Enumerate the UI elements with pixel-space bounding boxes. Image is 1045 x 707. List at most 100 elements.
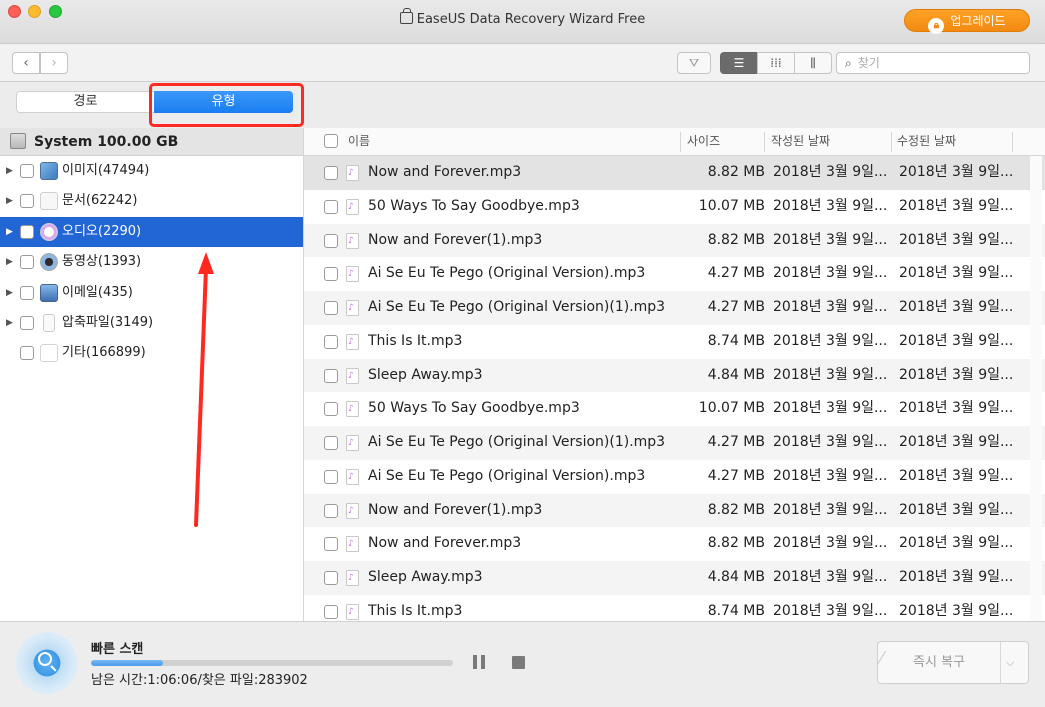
sidebar-item-audio[interactable]: ▶ 오디오(2290) [0,216,303,248]
column-header-name[interactable]: 이름 [348,128,370,155]
filter-button[interactable]: ⛛ [677,52,711,74]
column-divider[interactable] [764,132,765,152]
category-checkbox[interactable] [20,164,34,178]
row-checkbox[interactable] [324,537,338,552]
sidebar-item-document[interactable]: ▶ 문서(62242) [0,186,303,216]
row-checkbox[interactable] [324,334,338,349]
file-size: 8.82 MB [707,231,765,248]
file-modified-date: 2018년 3월 9일... [899,299,1014,315]
table-row[interactable]: This Is It.mp3 8.74 MB 2018년 3월 9일... 2018년… [304,595,1045,621]
disclosure-triangle-icon[interactable]: ▶ [6,278,13,308]
sidebar-item-image[interactable]: ▶ 이미지(47494) [0,156,303,186]
row-checkbox[interactable] [324,604,338,619]
file-modified-date: 2018년 3월 9일... [899,197,1014,214]
table-row[interactable]: 50 Ways To Say Goodbye.mp3 10.07 MB 2018년 … [304,392,1045,426]
audio-file-icon [346,596,359,621]
disclosure-triangle-icon[interactable]: ▶ [6,186,13,216]
sidebar-item-label: 이메일(435) [62,284,133,300]
disclosure-triangle-icon[interactable]: ▶ [6,308,13,338]
audio-file-icon [346,562,359,595]
column-header-created[interactable]: 작성된 날짜 [771,128,830,155]
row-checkbox[interactable] [324,199,338,214]
grid-view-button[interactable]: ⁞⁞⁞ [757,52,795,74]
preview-view-button[interactable]: ⫼ [794,52,832,74]
file-modified-date: 2018년 3월 9일... [899,501,1014,518]
row-checkbox[interactable] [324,368,338,383]
table-row[interactable]: Sleep Away.mp3 4.84 MB 2018년 3월 9일... 2018년… [304,561,1045,595]
recover-button[interactable]: ⁄ 즉시 복구 ⌵ [877,641,1029,684]
sidebar-item-label: 기타(166899) [62,345,146,361]
file-created-date: 2018년 3월 9일... [773,569,888,585]
table-row[interactable]: Now and Forever.mp3 8.82 MB 2018년 3월 9일...… [304,156,1045,190]
column-divider[interactable] [891,132,892,152]
table-row[interactable]: This Is It.mp3 8.74 MB 2018년 3월 9일... 2018년… [304,325,1045,359]
category-checkbox[interactable] [20,224,34,239]
row-checkbox[interactable] [324,233,338,248]
list-view-button[interactable]: ☰ [720,52,758,74]
select-all-checkbox[interactable] [324,134,338,148]
column-header-size[interactable]: 사이즈 [687,128,720,155]
row-checkbox[interactable] [324,166,338,180]
column-header-modified[interactable]: 수정된 날짜 [897,128,956,155]
file-list-scrollbar[interactable] [1030,156,1042,621]
row-checkbox[interactable] [324,503,338,518]
row-checkbox[interactable] [324,571,338,585]
table-row[interactable]: Ai Se Eu Te Pego (Original Version).mp3 4… [304,460,1045,494]
sidebar-item-file[interactable]: 기타(166899) [0,338,303,368]
forward-button[interactable]: › [40,52,68,74]
file-modified-date: 2018년 3월 9일... [899,535,1014,552]
column-divider[interactable] [1012,132,1013,152]
pause-button[interactable] [473,655,487,671]
audio-file-icon [346,427,359,460]
title-bar: EaseUS Data Recovery Wizard Free 🔒︎ 업그레이드 [0,0,1045,44]
category-checkbox[interactable] [20,255,34,270]
file-created-date: 2018년 3월 9일... [773,434,888,450]
disclosure-triangle-icon[interactable]: ▶ [6,156,13,186]
drive-header[interactable]: System 100.00 GB [0,128,303,156]
chevron-down-icon[interactable]: ⌵ [1006,642,1014,683]
row-checkbox[interactable] [324,267,338,282]
row-checkbox[interactable] [324,402,338,417]
sidebar-item-label: 이미지(47494) [62,163,150,178]
scan-progress-fill [91,660,164,666]
audio-file-icon [346,495,359,528]
category-checkbox[interactable] [20,346,34,361]
table-row[interactable]: Ai Se Eu Te Pego (Original Version)(1).m… [304,426,1045,460]
annotation-highlight-box [149,83,304,127]
magnifier-icon [38,652,52,666]
table-row[interactable]: Now and Forever(1).mp3 8.82 MB 2018년 3월 9일… [304,223,1045,258]
sidebar-item-archive[interactable]: ▶ 압축파일(3149) [0,308,303,338]
chevron-right-icon: › [51,55,57,71]
category-checkbox[interactable] [20,315,34,330]
file-created-date: 2018년 3월 9일... [773,400,888,417]
table-row[interactable]: Ai Se Eu Te Pego (Original Version).mp3 4… [304,257,1045,291]
file-size: 8.82 MB [707,164,765,180]
file-name: This Is It.mp3 [368,332,463,349]
disclosure-triangle-icon[interactable]: ▶ [6,217,13,247]
back-button[interactable]: ‹ [12,52,40,74]
sidebar-item-label: 압축파일(3149) [62,314,154,330]
upgrade-button[interactable]: 🔒︎ 업그레이드 [904,9,1030,34]
row-checkbox[interactable] [324,436,338,450]
file-created-date: 2018년 3월 9일... [773,501,888,518]
audio-file-icon [346,461,359,494]
column-divider[interactable] [680,132,681,152]
category-checkbox[interactable] [20,285,34,300]
table-row[interactable]: Now and Forever.mp3 8.82 MB 2018년 3월 9일...… [304,527,1045,561]
row-checkbox[interactable] [324,301,338,315]
disclosure-triangle-icon[interactable]: ▶ [6,247,13,277]
row-checkbox[interactable] [324,469,338,484]
file-created-date: 2018년 3월 9일... [773,366,888,383]
sidebar-item-video[interactable]: ▶ 동영상(1393) [0,247,303,277]
table-row[interactable]: Sleep Away.mp3 4.84 MB 2018년 3월 9일... 2018년… [304,358,1045,393]
table-row[interactable]: Now and Forever(1).mp3 8.82 MB 2018년 3월 9일… [304,493,1045,528]
sidebar-item-email[interactable]: ▶ 이메일(435) [0,278,303,308]
category-sidebar: System 100.00 GB ▶ 이미지(47494) ▶ 문서(62242) ▶ 오… [0,128,304,621]
table-row[interactable]: 50 Ways To Say Goodbye.mp3 10.07 MB 2018년 … [304,190,1045,224]
tab-path[interactable]: 경로 [16,91,154,113]
stop-button[interactable] [512,656,525,669]
toolbar: ‹ › ⛛ ☰ ⁞⁞⁞ ⫼ ⌕ 찾기 [0,44,1045,82]
category-checkbox[interactable] [20,194,34,209]
table-row[interactable]: Ai Se Eu Te Pego (Original Version)(1).m… [304,291,1045,325]
search-input[interactable]: ⌕ 찾기 [836,52,1030,74]
